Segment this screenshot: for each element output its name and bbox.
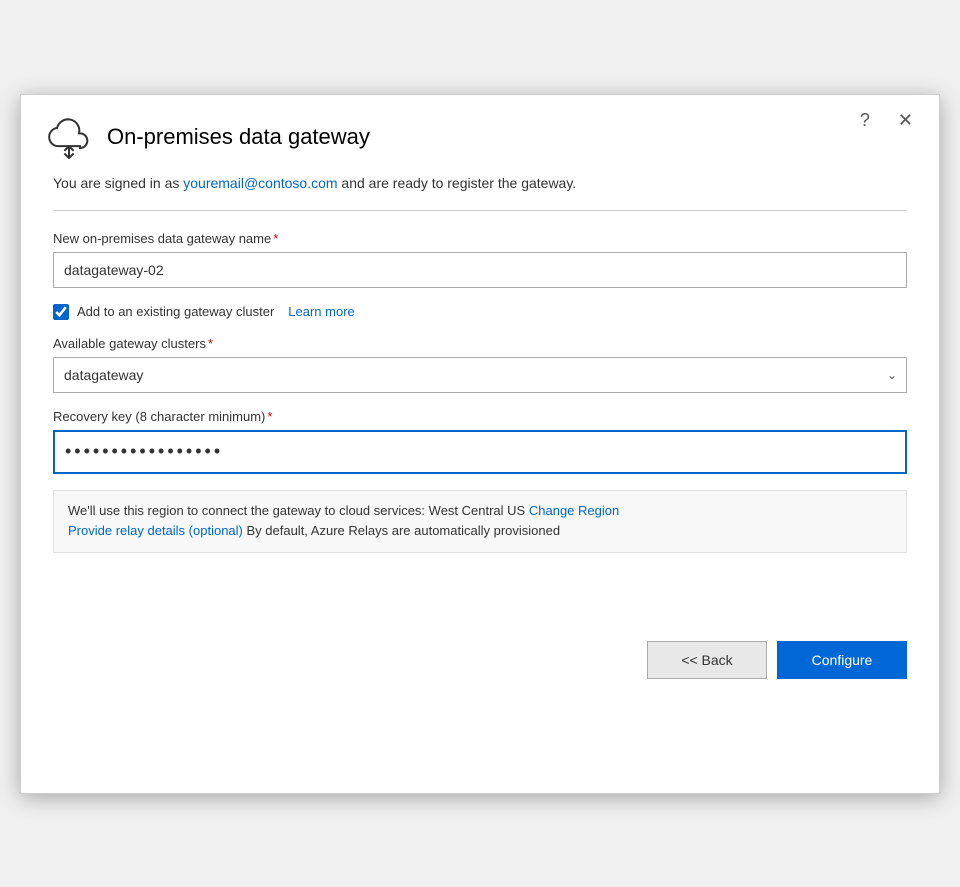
gateway-name-label: New on-premises data gateway name* [53,231,907,246]
clusters-label: Available gateway clusters* [53,336,907,351]
relay-info: Provide relay details (optional) By defa… [68,521,892,542]
checkbox-label: Add to an existing gateway cluster [77,304,274,319]
dialog-title: On-premises data gateway [107,124,370,150]
region-info-text: We'll use this region to connect the gat… [68,503,525,518]
signed-in-email: youremail@contoso.com [183,175,337,191]
footer-buttons: << Back Configure [21,617,939,707]
clusters-required-star: * [208,336,213,351]
dialog-header: On-premises data gateway ? ✕ [21,95,939,173]
recovery-key-input[interactable] [53,430,907,474]
configure-button[interactable]: Configure [777,641,907,679]
add-to-cluster-checkbox[interactable] [53,304,69,320]
signed-in-suffix: and are ready to register the gateway. [338,175,577,191]
recovery-required-star: * [267,409,272,424]
dialog-content: You are signed in as youremail@contoso.c… [21,173,939,578]
change-region-link[interactable]: Change Region [529,503,619,518]
relay-info-text: By default, Azure Relays are automatical… [243,523,560,538]
title-area: On-premises data gateway [45,115,370,159]
dialog: On-premises data gateway ? ✕ You are sig… [20,94,940,794]
info-box: We'll use this region to connect the gat… [53,490,907,554]
clusters-select-wrapper: datagateway ⌄ [53,357,907,393]
signed-in-text: You are signed in as youremail@contoso.c… [53,173,907,194]
signed-in-prefix: You are signed in as [53,175,183,191]
recovery-key-label: Recovery key (8 character minimum)* [53,409,907,424]
help-button[interactable]: ? [854,109,876,131]
close-button[interactable]: ✕ [892,109,919,131]
recovery-key-section: Recovery key (8 character minimum)* [53,409,907,474]
required-star: * [273,231,278,246]
clusters-select[interactable]: datagateway [53,357,907,393]
gateway-name-input[interactable] [53,252,907,288]
cloud-gateway-icon [45,115,93,159]
region-info: We'll use this region to connect the gat… [68,501,892,522]
back-button[interactable]: << Back [647,641,767,679]
gateway-name-section: New on-premises data gateway name* [53,231,907,288]
dialog-controls: ? ✕ [854,109,919,131]
relay-details-link[interactable]: Provide relay details (optional) [68,523,243,538]
clusters-section: Available gateway clusters* datagateway … [53,336,907,393]
checkbox-row: Add to an existing gateway cluster Learn… [53,304,907,320]
divider [53,210,907,211]
learn-more-link[interactable]: Learn more [288,304,354,319]
